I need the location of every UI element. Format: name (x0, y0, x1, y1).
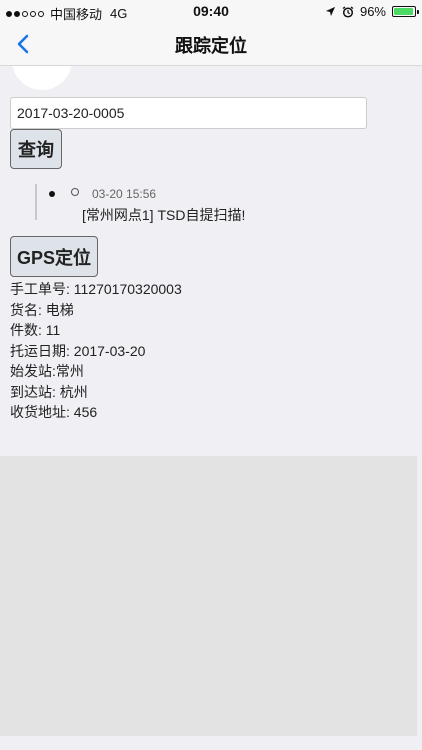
avatar-mask (0, 66, 422, 90)
battery-fill (394, 8, 414, 15)
destination-station: 到达站: 杭州 (10, 383, 88, 400)
gps-locate-button[interactable]: GPS定位 (10, 236, 98, 277)
query-button[interactable]: 查询 (10, 129, 62, 169)
status-bar: 中国移动 4G 09:40 96% (0, 0, 422, 22)
battery-percent: 96% (359, 4, 386, 19)
battery-icon (392, 6, 419, 17)
manual-number: 手工单号: 11270170320003 (10, 281, 182, 297)
page-title: 跟踪定位 (175, 36, 247, 56)
main-content: 查询 03-20 15:56 [常州网点1] TSD自提扫描! GPS定位 手工… (0, 66, 422, 456)
origin-station: 始发站:常州 (10, 363, 84, 379)
timeline-time: 03-20 15:56 (92, 187, 157, 201)
goods-name: 货名: 电梯 (10, 301, 74, 318)
timeline-line (35, 184, 37, 220)
avatar (12, 66, 72, 90)
alarm-icon (342, 5, 354, 18)
order-number-input[interactable] (10, 97, 367, 129)
shipment-info: 手工单号: 11270170320003 货名: 电梯 件数: 11 托运日期:… (10, 279, 182, 423)
piece-count: 件数: 11 (10, 322, 61, 338)
bullet-icon (49, 191, 55, 197)
location-arrow-icon (325, 6, 336, 17)
delivery-address: 收货地址: 456 (10, 404, 98, 420)
status-right: 96% (325, 4, 419, 19)
tracking-timeline: 03-20 15:56 [常州网点1] TSD自提扫描! (35, 184, 415, 223)
map-panel (0, 456, 417, 736)
timeline-node-icon (71, 188, 79, 196)
nav-bar: 跟踪定位 (0, 22, 422, 66)
timeline-text: [常州网点1] TSD自提扫描! (82, 207, 246, 223)
ship-date: 托运日期: 2017-03-20 (10, 342, 146, 359)
